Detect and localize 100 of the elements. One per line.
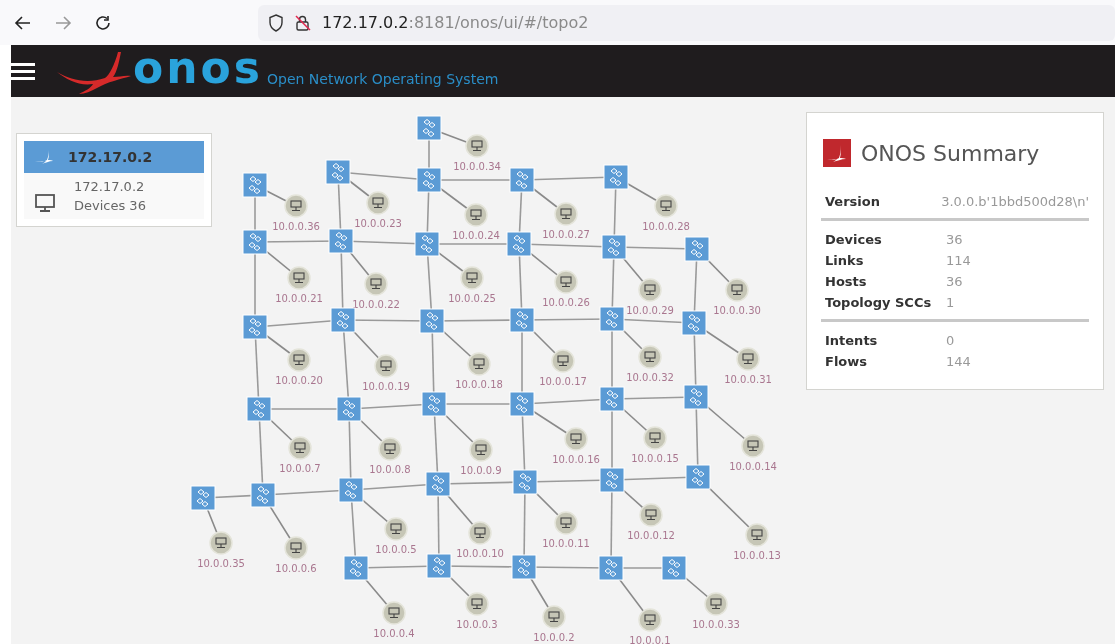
switch-node[interactable] [603,164,629,190]
device-count: Devices 36 [74,197,146,215]
host-label: 10.0.0.23 [354,218,402,229]
host-node[interactable] [554,511,578,535]
host-node[interactable] [288,436,312,460]
switch-node[interactable] [599,467,625,493]
summary-value: 1 [946,294,955,312]
host-node[interactable] [382,601,406,625]
host-node[interactable] [554,202,578,226]
host-label: 10.0.0.33 [692,619,740,630]
host-node[interactable] [736,347,760,371]
host-node[interactable] [639,503,663,527]
switch-node[interactable] [242,172,268,198]
host-label: 10.0.0.17 [539,376,587,387]
host-node[interactable] [467,352,491,376]
host-node[interactable] [551,349,575,373]
host-label: 10.0.0.36 [272,221,320,232]
host-node[interactable] [384,517,408,541]
switch-node[interactable] [325,159,351,185]
switch-node[interactable] [599,306,625,332]
host-node[interactable] [638,608,662,632]
switch-node[interactable] [685,464,711,490]
host-node[interactable] [287,348,311,372]
switch-node[interactable] [425,471,451,497]
host-node[interactable] [465,134,489,158]
host-node[interactable] [287,266,311,290]
switch-node[interactable] [416,167,442,193]
summary-label: Devices [825,231,883,249]
switch-node[interactable] [328,228,354,254]
switch-node[interactable] [338,477,364,503]
host-label: 10.0.0.3 [456,619,498,630]
switch-node[interactable] [684,236,710,262]
host-node[interactable] [704,592,728,616]
summary-label: Flows [825,353,868,371]
switch-node[interactable] [250,482,276,508]
switch-node[interactable] [190,485,216,511]
host-node[interactable] [209,531,233,555]
host-label: 10.0.0.32 [626,372,674,383]
summary-value: 114 [946,252,971,270]
switch-node[interactable] [681,310,707,336]
onos-logo-icon [823,139,851,167]
switch-node[interactable] [414,231,440,257]
switch-node[interactable] [601,234,627,260]
host-node[interactable] [366,191,390,215]
switch-node[interactable] [661,555,687,581]
host-node[interactable] [284,536,308,560]
host-node[interactable] [374,354,398,378]
host-node[interactable] [741,434,765,458]
host-node[interactable] [643,426,667,450]
host-node[interactable] [460,266,484,290]
host-label: 10.0.0.29 [626,305,674,316]
switch-node[interactable] [426,553,452,579]
switch-node[interactable] [599,386,625,412]
switch-node[interactable] [509,391,535,417]
host-node[interactable] [284,194,308,218]
forward-icon[interactable] [54,14,72,31]
host-label: 10.0.0.34 [453,161,501,172]
switch-node[interactable] [683,384,709,410]
switch-node[interactable] [330,307,356,333]
switch-node[interactable] [419,308,445,334]
switch-node[interactable] [511,554,537,580]
switch-node[interactable] [336,396,362,422]
summary-label: Hosts [825,273,868,291]
host-node[interactable] [364,272,388,296]
cluster-item[interactable]: 172.17.0.2 [24,141,204,173]
switch-node[interactable] [506,231,532,257]
host-node[interactable] [465,592,489,616]
host-node[interactable] [654,194,678,218]
host-node[interactable] [464,203,488,227]
switch-node[interactable] [509,167,535,193]
host-node[interactable] [469,438,493,462]
host-node[interactable] [638,278,662,302]
host-node[interactable] [638,345,662,369]
switch-node[interactable] [246,396,272,422]
reload-icon[interactable] [94,13,112,32]
host-node[interactable] [564,427,588,451]
host-label: 10.0.0.27 [542,229,590,240]
switch-node[interactable] [598,555,624,581]
host-node[interactable] [725,278,749,302]
host-label: 10.0.0.31 [724,374,772,385]
summary-label: Links [825,252,865,270]
monitor-icon [34,193,56,213]
menu-icon[interactable] [11,61,35,81]
host-label: 10.0.0.22 [352,299,400,310]
switch-node[interactable] [242,229,268,255]
host-node[interactable] [554,270,578,294]
switch-node[interactable] [416,115,442,141]
switch-node[interactable] [509,307,535,333]
host-node[interactable] [542,605,566,629]
host-node[interactable] [745,523,769,547]
switch-node[interactable] [421,391,447,417]
region-item[interactable]: 172.17.0.2 Devices 36 [24,173,204,219]
switch-node[interactable] [512,469,538,495]
switch-node[interactable] [242,314,268,340]
host-node[interactable] [468,521,492,545]
address-bar[interactable]: 172.17.0.2:8181/onos/ui/#/topo2 [258,4,1115,41]
host-label: 10.0.0.30 [713,305,761,316]
back-icon[interactable] [14,14,32,31]
switch-node[interactable] [343,555,369,581]
host-node[interactable] [378,437,402,461]
